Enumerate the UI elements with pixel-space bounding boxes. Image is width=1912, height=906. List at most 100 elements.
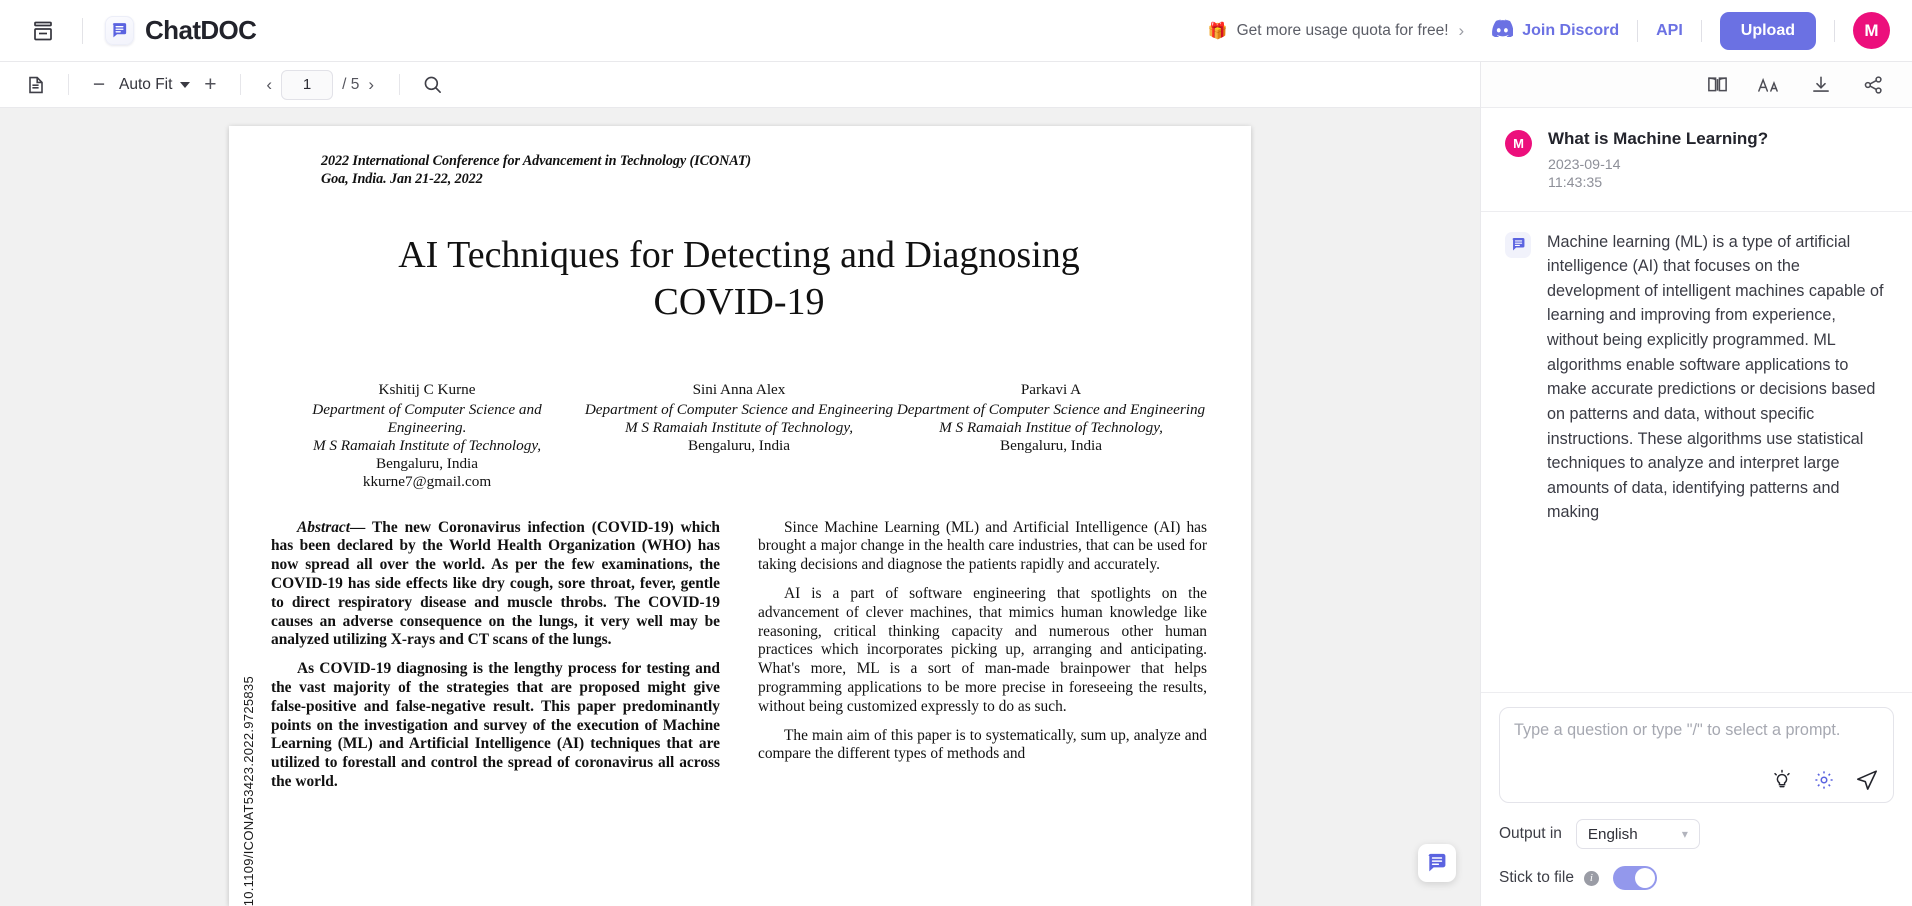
join-discord-link[interactable]: Join Discord bbox=[1490, 19, 1619, 42]
document-columns: Abstract— The new Coronavirus infection … bbox=[271, 519, 1207, 802]
output-language-value: English bbox=[1587, 825, 1638, 843]
pdf-page: 10.1109/ICONAT53423.2022.9725835 2022 In… bbox=[229, 126, 1251, 906]
app-root: ChatDOC 🎁 Get more usage quota for free!… bbox=[0, 0, 1912, 906]
conference-line-1: 2022 International Conference for Advanc… bbox=[321, 153, 752, 169]
header-sep-1 bbox=[1637, 19, 1639, 42]
author-name: Sini Anna Alex bbox=[692, 381, 786, 399]
abstract-lead: Abstract— bbox=[297, 518, 366, 536]
answer-text: Machine learning (ML) is a type of artif… bbox=[1547, 232, 1884, 522]
chevron-right-icon[interactable]: › bbox=[359, 75, 383, 95]
page-total-label: / 5 bbox=[342, 75, 360, 93]
zoom-level-select[interactable]: Auto Fit bbox=[113, 76, 196, 94]
chevron-down-icon: ▾ bbox=[1681, 827, 1688, 841]
avatar[interactable]: M bbox=[1853, 12, 1890, 49]
page-title: AI Techniques for Detecting and Diagnosi… bbox=[398, 234, 1080, 323]
discord-label: Join Discord bbox=[1522, 21, 1620, 39]
question-input[interactable]: Type a question or type "/" to select a … bbox=[1514, 720, 1879, 762]
font-size-icon[interactable] bbox=[1756, 72, 1782, 98]
author-institute: M S Ramaiah Institue of Technology, bbox=[939, 418, 1163, 436]
author-dept: Department of Computer Science and Engin… bbox=[312, 401, 542, 436]
author-email: kkurne7@gmail.com bbox=[362, 472, 492, 490]
abstract-paragraph: Abstract— The new Coronavirus infection … bbox=[271, 519, 720, 650]
gear-icon[interactable] bbox=[1813, 769, 1835, 791]
composer-actions bbox=[1514, 768, 1879, 792]
document-outline-icon[interactable] bbox=[20, 69, 52, 101]
zoom-in-button[interactable]: + bbox=[196, 71, 224, 99]
body-split: − Auto Fit + ‹ / 5 › bbox=[0, 62, 1912, 906]
avatar: M bbox=[1505, 130, 1532, 157]
top-header: ChatDOC 🎁 Get more usage quota for free!… bbox=[0, 0, 1912, 62]
author-institute: M S Ramaiah Institute of Technology, bbox=[312, 436, 542, 454]
column-right: Since Machine Learning (ML) and Artifici… bbox=[758, 519, 1207, 802]
abstract-body: The new Coronavirus infection (COVID-19)… bbox=[271, 518, 720, 649]
author-block: Kshitij C Kurne Department of Computer S… bbox=[271, 381, 583, 491]
api-link[interactable]: API bbox=[1656, 22, 1683, 40]
output-language-select[interactable]: English ▾ bbox=[1575, 819, 1700, 849]
output-language-row: Output in English ▾ bbox=[1499, 819, 1894, 849]
chat-document-icon bbox=[105, 16, 134, 45]
archive-box-icon[interactable] bbox=[26, 14, 60, 48]
lightbulb-icon[interactable] bbox=[1771, 769, 1793, 791]
chat-messages[interactable]: M What is Machine Learning? 2023-09-14 1… bbox=[1481, 108, 1912, 692]
doi-text: 10.1109/ICONAT53423.2022.9725835 bbox=[241, 675, 256, 906]
chat-document-icon bbox=[1505, 231, 1531, 258]
pdf-viewport[interactable]: 10.1109/ICONAT53423.2022.9725835 2022 In… bbox=[0, 108, 1480, 906]
author-list: Kshitij C Kurne Department of Computer S… bbox=[271, 381, 1207, 491]
author-name: Parkavi A bbox=[1020, 381, 1082, 399]
upload-button[interactable]: Upload bbox=[1719, 11, 1816, 50]
chat-pane: M What is Machine Learning? 2023-09-14 1… bbox=[1480, 62, 1912, 906]
author-city: Bengaluru, India bbox=[999, 436, 1103, 454]
stick-to-file-toggle[interactable] bbox=[1612, 866, 1657, 890]
book-icon[interactable] bbox=[1704, 72, 1730, 98]
author-block: Sini Anna Alex Department of Computer Sc… bbox=[583, 381, 895, 491]
chat-answer: Machine learning (ML) is a type of artif… bbox=[1481, 212, 1912, 526]
toolbar-sep-2 bbox=[240, 74, 242, 95]
brand-logo-link[interactable]: ChatDOC bbox=[105, 15, 257, 46]
column-left: Abstract— The new Coronavirus infection … bbox=[271, 519, 720, 802]
quota-link[interactable]: 🎁 Get more usage quota for free! › bbox=[1208, 21, 1465, 41]
toolbar-sep-1 bbox=[68, 74, 69, 95]
question-text: What is Machine Learning? bbox=[1548, 129, 1769, 148]
stick-to-file-row: Stick to file i bbox=[1499, 866, 1894, 890]
chat-question: M What is Machine Learning? 2023-09-14 1… bbox=[1481, 108, 1912, 193]
download-icon[interactable] bbox=[1808, 72, 1834, 98]
send-icon[interactable] bbox=[1855, 768, 1879, 792]
author-institute: M S Ramaiah Institute of Technology, bbox=[624, 418, 854, 436]
pdf-toolbar: − Auto Fit + ‹ / 5 › bbox=[0, 62, 1480, 108]
discord-icon bbox=[1490, 19, 1514, 42]
composer-area: Type a question or type "/" to select a … bbox=[1481, 692, 1912, 906]
toggle-knob bbox=[1634, 868, 1655, 888]
header-sep-3 bbox=[1834, 19, 1835, 42]
composer-box[interactable]: Type a question or type "/" to select a … bbox=[1499, 707, 1894, 803]
conference-line-2: Goa, India. Jan 21-22, 2022 bbox=[321, 171, 483, 188]
author-city: Bengaluru, India bbox=[687, 436, 791, 454]
chevron-left-icon[interactable]: ‹ bbox=[257, 75, 281, 95]
chevron-down-icon bbox=[180, 81, 191, 88]
toolbar-sep-3 bbox=[399, 74, 400, 95]
gift-icon: 🎁 bbox=[1207, 22, 1228, 40]
share-icon[interactable] bbox=[1860, 72, 1886, 98]
info-icon[interactable]: i bbox=[1583, 870, 1599, 886]
stick-to-file-label: Stick to file bbox=[1499, 869, 1574, 886]
right-paragraph-1: Since Machine Learning (ML) and Artifici… bbox=[758, 518, 1207, 574]
right-paragraph-2: AI is a part of software engineering tha… bbox=[758, 585, 1207, 715]
chat-toolbar bbox=[1481, 62, 1912, 108]
header-divider bbox=[82, 17, 83, 44]
author-dept: Department of Computer Science and Engin… bbox=[896, 401, 1206, 418]
header-sep-2 bbox=[1700, 19, 1702, 42]
question-content: What is Machine Learning? 2023-09-14 11:… bbox=[1548, 128, 1768, 193]
author-block: Parkavi A Department of Computer Science… bbox=[895, 381, 1207, 491]
author-city: Bengaluru, India bbox=[375, 454, 479, 472]
left-paragraph-2: As COVID-19 diagnosing is the lengthy pr… bbox=[271, 660, 720, 790]
author-dept: Department of Computer Science and Engin… bbox=[584, 401, 894, 418]
search-icon[interactable] bbox=[416, 69, 448, 101]
chat-bubble-icon[interactable] bbox=[1418, 844, 1456, 882]
question-timestamp: 2023-09-14 11:43:35 bbox=[1548, 157, 1621, 191]
output-in-label: Output in bbox=[1499, 825, 1562, 842]
brand-name: ChatDOC bbox=[145, 15, 257, 45]
zoom-out-button[interactable]: − bbox=[85, 71, 113, 99]
page-number-input[interactable] bbox=[281, 69, 334, 100]
author-name: Kshitij C Kurne bbox=[378, 381, 476, 399]
zoom-level-label: Auto Fit bbox=[119, 75, 173, 93]
quota-label: Get more usage quota for free! bbox=[1236, 21, 1449, 39]
